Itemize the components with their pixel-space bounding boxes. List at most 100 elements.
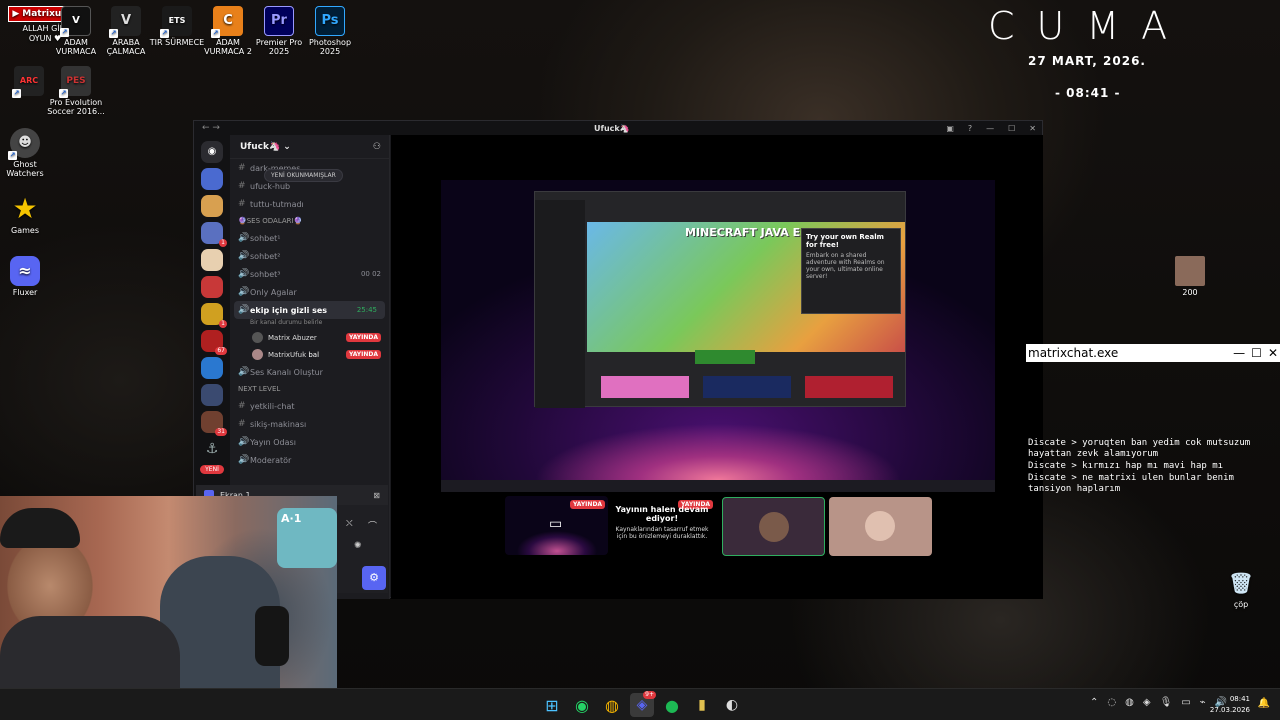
discord-home-icon[interactable]: ◉ [201,141,223,163]
channel-status[interactable]: Bir kanal durumu belirle [230,319,389,329]
close-icon[interactable]: ✕ [1268,346,1278,360]
channel-name: sohbet³ [250,269,281,279]
hashtag-icon: # [238,163,246,173]
server-icon[interactable]: 1 [201,222,227,247]
ghost-watchers-icon: ☻ ↗ [8,128,40,160]
mute-icon[interactable]: ⛌ [346,519,353,529]
spotify-icon[interactable]: ● [660,693,684,717]
channel-item[interactable]: 🔊 Moderatör [230,451,389,469]
start-icon[interactable]: ⊞ [540,693,564,717]
unread-pill[interactable]: YENİ OKUNMAMIŞLAR [264,169,343,182]
news-tile [805,376,893,398]
speaker-icon: 🔊 [238,287,250,297]
server-icon[interactable] [201,195,223,217]
channel-item[interactable]: # yetkili-chat [230,397,389,415]
channel-item[interactable]: 🔊 Only Agalar [230,283,389,301]
matrixchat-controls: — ☐ ✕ [1233,346,1278,360]
channel-group: 🔊 Ses Kanalı Oluştur next level # yetkili-ch… [230,363,389,469]
chrome-icon[interactable]: ◍ [600,693,624,717]
live-badge: YAYINDA [345,333,381,342]
minecraft-launcher: MINECRAFT JAVA EDITION Try your own Real… [534,191,906,408]
desktop-icon-photoshop[interactable]: Ps Photoshop 2025 [301,6,359,56]
desktop-icon-pes-2016[interactable]: PES ↗ Pro Evolution Soccer 2016... [47,66,105,116]
network-icon[interactable]: ⌁ [1200,697,1206,708]
maximize-icon[interactable]: ☐ [1251,346,1262,360]
avatar [252,349,263,360]
stop-share-icon[interactable]: ⊠ [373,491,380,500]
server-icon[interactable]: 31 [201,411,227,436]
tray-app-icon[interactable]: ◍ [1125,697,1134,708]
desktop-icon-adam-vurmaca-2[interactable]: C ↗ ADAM VURMACA 2 [199,6,257,56]
close-icon[interactable]: ✕ [1029,124,1036,133]
server-icon[interactable] [201,384,223,406]
channel-item[interactable]: # tuttu-tutmadı [230,195,389,213]
shared-taskbar [441,480,995,492]
desktop-icon-tir-surmece[interactable]: ETS ↗ TIR SÜRMECE [148,6,206,47]
channel-item[interactable]: 🔊 Ses Kanalı Oluştur [230,363,389,381]
voice-user[interactable]: Matrix Abuzer YAYINDA [230,329,389,346]
obs-icon[interactable]: ◐ [720,693,744,717]
minimize-icon[interactable]: — [1233,346,1245,360]
channel-name: 🔮SES ODALARI🔮 [238,217,303,225]
channel-active[interactable]: 🔊 ekip için gizli ses 25:45 [234,301,385,319]
discord-icon[interactable]: ◈ 9+ [630,691,656,717]
shared-screen[interactable]: MINECRAFT JAVA EDITION Try your own Real… [441,180,995,492]
channel-item[interactable]: 🔊 sohbet³ 00 02 [230,265,389,283]
server-icon[interactable] [201,276,223,298]
channel-category[interactable]: next level [230,381,389,397]
channel-category[interactable]: 🔮SES ODALARI🔮 [230,213,389,229]
desktop-icon-premiere-pro[interactable]: Pr Premier Pro 2025 [250,6,308,56]
participant-tile[interactable] [829,497,932,556]
hashtag-icon: # [238,419,246,429]
server-icon[interactable]: 1 [201,303,227,328]
channel-item[interactable]: # sikiş-makinası [230,415,389,433]
chat-message: Discate > kırmızı hap mı mavi hap mı [1028,461,1224,471]
matrixchat-titlebar[interactable]: matrixchat.exe — ☐ ✕ [1026,344,1280,362]
discord-tray-icon[interactable]: ◈ [1143,697,1151,708]
soundboard-icon[interactable]: ✺ [354,541,362,551]
desktop-icon-ghost-watchers[interactable]: ☻ ↗ Ghost Watchers [0,128,54,178]
participant-tile[interactable] [722,497,825,556]
help-icon[interactable]: ? [968,124,972,133]
channel-name: next level [238,385,281,393]
server-icon[interactable] [201,168,223,190]
server-icon[interactable] [201,249,223,271]
back-arrow-icon[interactable]: ← → [202,123,220,133]
news-tile [601,376,689,398]
minimize-icon[interactable]: — [986,124,994,133]
channel-item[interactable]: 🔊 sohbet² [230,247,389,265]
voice-user[interactable]: MatrixUfuk bal YAYINDA [230,346,389,363]
shortcut-arrow-icon: ↗ [12,89,21,98]
server-icon[interactable]: 67 [201,330,227,355]
whatsapp-icon[interactable]: ◉ [570,693,594,717]
desktop-icon-200[interactable]: 200 [1161,256,1219,297]
display-icon[interactable]: ▭ [1181,697,1190,708]
gta-icon: V ↗ [60,6,91,37]
inbox-icon[interactable]: ▣ [946,124,954,133]
desktop-icon-games[interactable]: ★ Games [0,192,54,235]
server-header[interactable]: Ufuck🦄 ⌄ ⚇ [230,135,389,159]
desktop-icon-araba-calmaca[interactable]: V ↗ ARABA ÇALMACA [97,6,155,56]
microphone-icon[interactable]: 🎙 [1160,697,1173,708]
desktop-icon-fluxer[interactable]: ≈ Fluxer [0,256,54,297]
channel-item[interactable]: 🔊 Yayın Odası [230,433,389,451]
background-sign: A·1 [277,508,337,568]
settings-gear-icon[interactable]: ⚙ [362,566,386,590]
desktop-icon-recycle-bin[interactable]: 🗑 çöp [1212,568,1270,609]
channel-name: Ses Kanalı Oluştur [250,367,323,377]
add-member-icon[interactable]: ⚇ [373,142,381,152]
tray-app-icon[interactable]: ◌ [1107,697,1116,708]
disconnect-icon[interactable]: ⌒ [368,519,377,532]
shortcut-arrow-icon: ↗ [60,28,69,37]
notification-bell-icon[interactable]: 🔔 [1258,698,1270,709]
maximize-icon[interactable]: ☐ [1008,124,1015,133]
anchor-icon[interactable]: ⚓ [201,438,223,460]
server-icon[interactable] [201,357,223,379]
speaker-icon: 🔊 [238,455,250,465]
shortcut-arrow-icon: ↗ [160,29,169,38]
chevron-up-icon[interactable]: ⌃ [1090,697,1098,708]
app-icon[interactable]: ▮ [690,693,714,717]
new-pill: YENİ [200,465,224,474]
channel-item[interactable]: 🔊 sohbet¹ [230,229,389,247]
taskbar-clock[interactable]: 08:41 27.03.2026 [1210,694,1250,716]
